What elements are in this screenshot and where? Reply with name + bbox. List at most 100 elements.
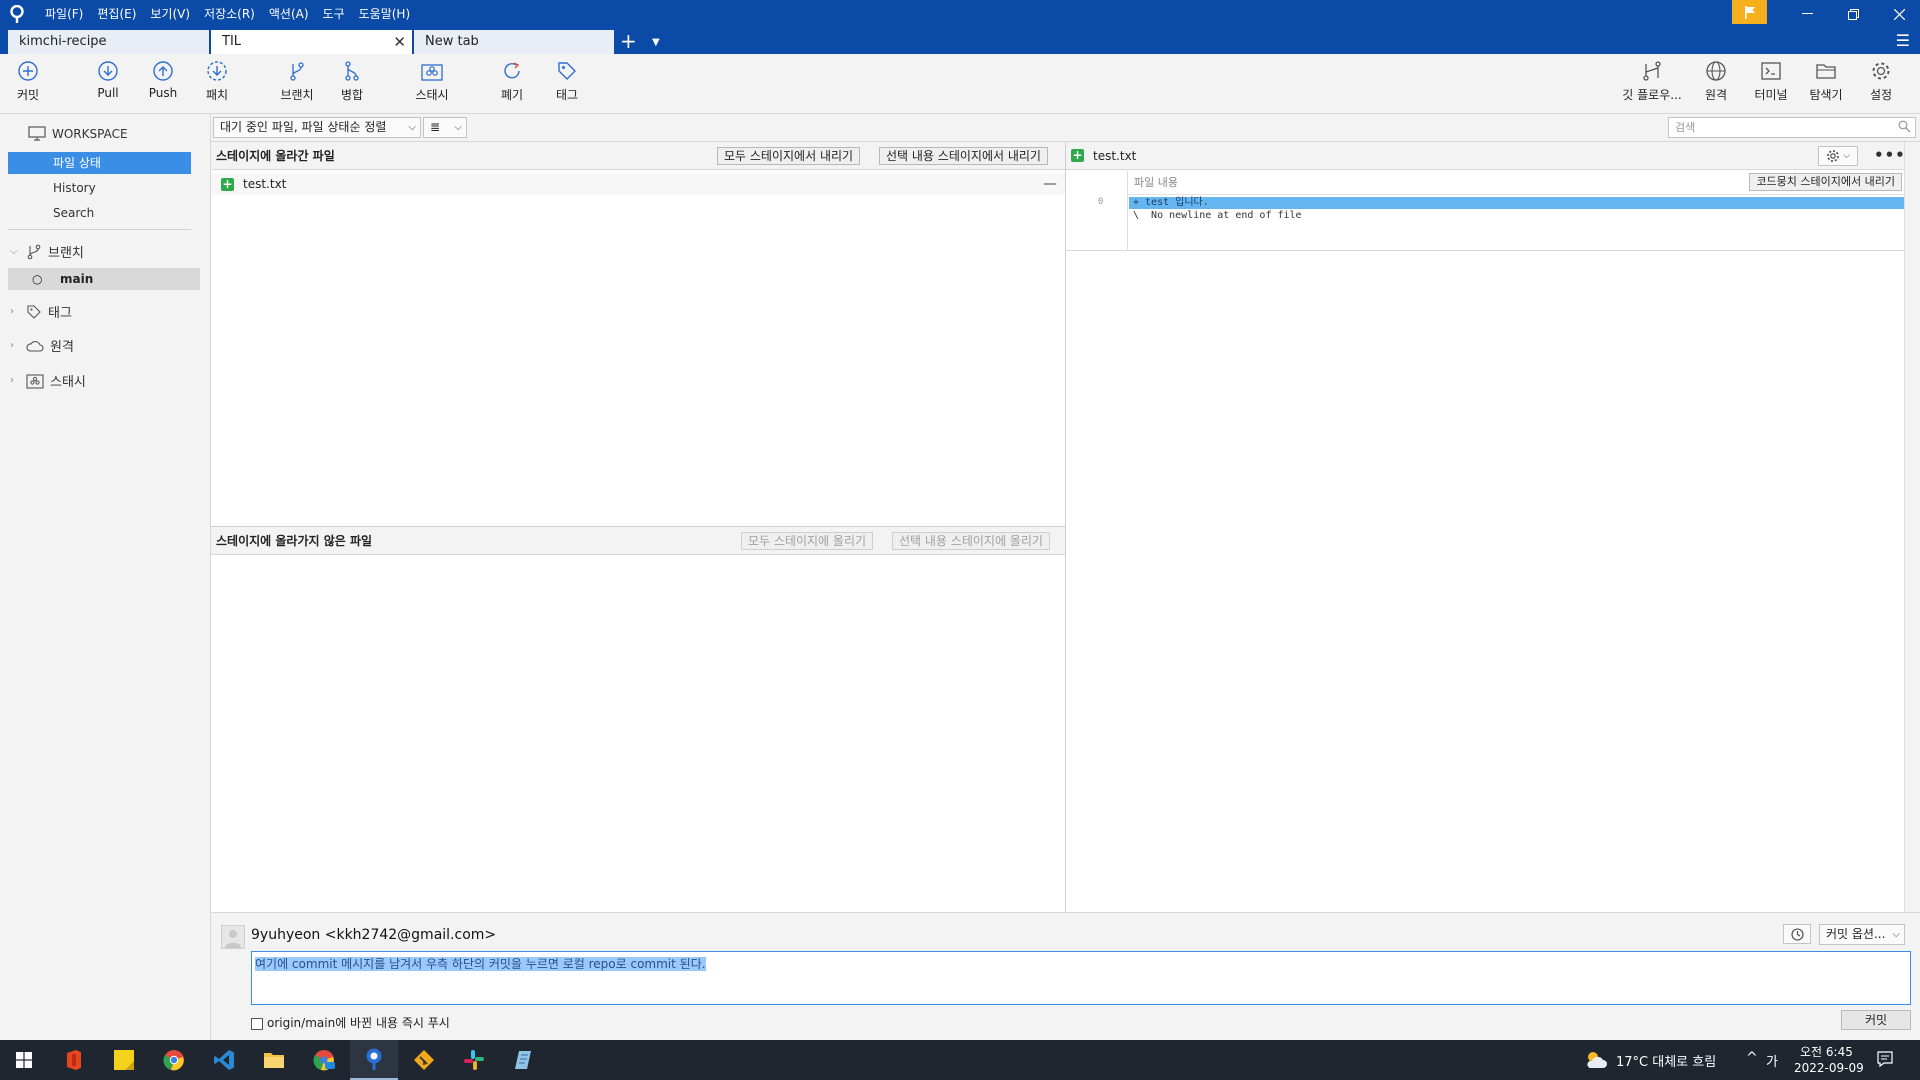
menu-actions[interactable]: 액션(A) bbox=[262, 0, 316, 28]
stage-selected-button[interactable]: 선택 내용 스테이지에 올리기 bbox=[892, 532, 1050, 550]
remote-button[interactable]: 원격 bbox=[1686, 60, 1746, 103]
notification-icon[interactable] bbox=[1876, 1050, 1894, 1071]
diff-file-name: test.txt bbox=[1093, 148, 1137, 163]
pull-button[interactable]: Pull bbox=[78, 60, 138, 100]
restore-icon[interactable] bbox=[1830, 0, 1876, 28]
merge-icon bbox=[345, 61, 359, 81]
staged-file-row[interactable]: + test.txt — bbox=[211, 173, 1065, 195]
commit-message-input[interactable]: 여기에 commit 메시지를 남겨서 우측 하단의 커밋을 누르면 로컬 re… bbox=[251, 951, 1911, 1005]
flag-icon[interactable] bbox=[1732, 0, 1767, 24]
tab-new[interactable]: New tab bbox=[414, 30, 614, 54]
sidebar-item-file-status[interactable]: 파일 상태 bbox=[8, 152, 191, 174]
weather-icon[interactable] bbox=[1584, 1050, 1608, 1073]
tag-button[interactable]: 태그 bbox=[537, 60, 597, 103]
avatar bbox=[221, 925, 245, 949]
monitor-icon bbox=[28, 126, 46, 141]
chrome-icon[interactable] bbox=[150, 1040, 198, 1080]
terminal-button[interactable]: 터미널 bbox=[1741, 60, 1801, 103]
staged-files-list bbox=[211, 196, 1065, 527]
branch-icon bbox=[27, 244, 41, 259]
menu-file[interactable]: 파일(F) bbox=[38, 0, 90, 28]
sticky-notes-icon[interactable] bbox=[100, 1040, 148, 1080]
menu-view[interactable]: 보기(V) bbox=[143, 0, 197, 28]
search-input[interactable]: 검색 bbox=[1668, 117, 1916, 138]
discard-button[interactable]: 폐기 bbox=[482, 60, 542, 103]
clock-time[interactable]: 오전 6:45 bbox=[1800, 1043, 1853, 1060]
close-window-icon[interactable] bbox=[1876, 0, 1920, 28]
git-flow-icon bbox=[1643, 61, 1661, 81]
search-icon bbox=[1898, 120, 1911, 133]
merge-button[interactable]: 병합 bbox=[322, 60, 382, 103]
sidebar-group-tags[interactable]: › 태그 bbox=[10, 302, 72, 321]
unstage-hunk-button[interactable]: 코드뭉치 스테이지에서 내리기 bbox=[1749, 173, 1902, 191]
chevron-right-icon: › bbox=[10, 340, 14, 351]
close-tab-icon[interactable]: ✕ bbox=[393, 30, 406, 54]
push-button[interactable]: Push bbox=[133, 60, 193, 100]
sidebar-group-remotes[interactable]: › 원격 bbox=[10, 336, 74, 355]
unstaged-files-title: 스테이지에 올라가지 않은 파일 bbox=[216, 534, 373, 548]
terminal-icon bbox=[1761, 62, 1781, 80]
discard-icon bbox=[504, 62, 520, 79]
commit-options-dropdown[interactable]: 커밋 옵션... ⌵ bbox=[1819, 924, 1905, 945]
diff-scrollbar[interactable] bbox=[1904, 142, 1920, 912]
tray-expand-icon[interactable]: ^ bbox=[1746, 1050, 1758, 1066]
office-icon[interactable] bbox=[50, 1040, 98, 1080]
file-explorer-icon[interactable] bbox=[250, 1040, 298, 1080]
sidebar-group-stashes[interactable]: › 스태시 bbox=[10, 371, 86, 390]
branch-button[interactable]: 브랜치 bbox=[267, 60, 327, 103]
menu-help[interactable]: 도움말(H) bbox=[352, 0, 418, 28]
staged-files-title: 스테이지에 올라간 파일 bbox=[216, 149, 335, 163]
ime-indicator[interactable]: 가 bbox=[1766, 1051, 1778, 1070]
commit-button[interactable]: 커밋 bbox=[0, 60, 58, 103]
diff-options-dropdown[interactable]: ⌵ bbox=[1818, 146, 1858, 166]
slack-icon[interactable] bbox=[450, 1040, 498, 1080]
added-line[interactable]: + test 입니다. bbox=[1129, 197, 1904, 209]
vscode-icon[interactable] bbox=[200, 1040, 248, 1080]
tab-til[interactable]: TIL ✕ bbox=[211, 30, 412, 54]
sourcetree-taskbar-icon[interactable] bbox=[350, 1040, 398, 1080]
windows-start-icon[interactable] bbox=[0, 1040, 48, 1080]
commit-submit-button[interactable]: 커밋 bbox=[1841, 1010, 1911, 1030]
explorer-button[interactable]: 탐색기 bbox=[1796, 60, 1856, 103]
git-client-icon[interactable] bbox=[400, 1040, 448, 1080]
fetch-button[interactable]: 패치 bbox=[187, 60, 247, 103]
settings-button[interactable]: 설정 bbox=[1851, 60, 1911, 103]
unstage-selected-button[interactable]: 선택 내용 스테이지에서 내리기 bbox=[879, 147, 1048, 165]
sidebar-item-search[interactable]: Search bbox=[8, 202, 191, 224]
stage-all-button[interactable]: 모두 스테이지에 올리기 bbox=[741, 532, 874, 550]
list-view-icon: ≣ bbox=[430, 120, 441, 134]
gear-icon bbox=[1872, 62, 1890, 80]
view-mode-dropdown[interactable]: ≣ ⌵ bbox=[423, 117, 467, 138]
notepad-icon[interactable] bbox=[500, 1040, 548, 1080]
unstage-file-icon[interactable]: — bbox=[1043, 173, 1057, 195]
tab-list-dropdown-icon[interactable]: ▼ bbox=[652, 32, 660, 54]
staged-file-name: test.txt bbox=[243, 177, 287, 191]
menu-repository[interactable]: 저장소(R) bbox=[197, 0, 262, 28]
sidebar-group-branches[interactable]: ⌵ 브랜치 bbox=[10, 242, 84, 261]
branch-icon bbox=[290, 62, 304, 81]
menu-edit[interactable]: 편집(E) bbox=[90, 0, 143, 28]
tab-kimchi-recipe[interactable]: kimchi-recipe bbox=[8, 30, 209, 54]
push-immediately-checkbox[interactable] bbox=[251, 1017, 263, 1030]
history-button[interactable] bbox=[1783, 924, 1811, 944]
clock-date[interactable]: 2022-09-09 bbox=[1794, 1061, 1864, 1075]
more-options-icon[interactable]: ••• bbox=[1874, 146, 1906, 164]
menu-tools[interactable]: 도구 bbox=[316, 0, 352, 28]
stash-button[interactable]: 스태시 bbox=[402, 60, 462, 103]
sourcetree-logo-icon bbox=[0, 0, 34, 28]
unstage-all-button[interactable]: 모두 스테이지에서 내리기 bbox=[717, 147, 861, 165]
hamburger-menu-icon[interactable]: ☰ bbox=[1896, 31, 1910, 50]
added-file-icon: + bbox=[221, 176, 234, 191]
sidebar-item-history[interactable]: History bbox=[8, 177, 191, 199]
minimize-icon[interactable] bbox=[1784, 0, 1830, 28]
sidebar-item-branch-main[interactable]: ○ main bbox=[8, 268, 200, 290]
weather-text[interactable]: 17°C 대체로 흐림 bbox=[1616, 1051, 1716, 1070]
chevron-down-icon: ⌵ bbox=[408, 122, 416, 133]
git-flow-button[interactable]: 깃 플로우... bbox=[1620, 60, 1684, 103]
push-immediately-option[interactable]: origin/main에 바뀐 내용 즉시 푸시 bbox=[251, 1014, 450, 1031]
add-tab-icon[interactable]: + bbox=[620, 30, 637, 52]
chrome-profile-icon[interactable] bbox=[300, 1040, 348, 1080]
discard-label: 폐기 bbox=[500, 88, 524, 102]
file-filter-dropdown[interactable]: 대기 중인 파일, 파일 상태순 정렬 ⌵ bbox=[213, 117, 421, 138]
pane-splitter[interactable] bbox=[1065, 142, 1066, 912]
